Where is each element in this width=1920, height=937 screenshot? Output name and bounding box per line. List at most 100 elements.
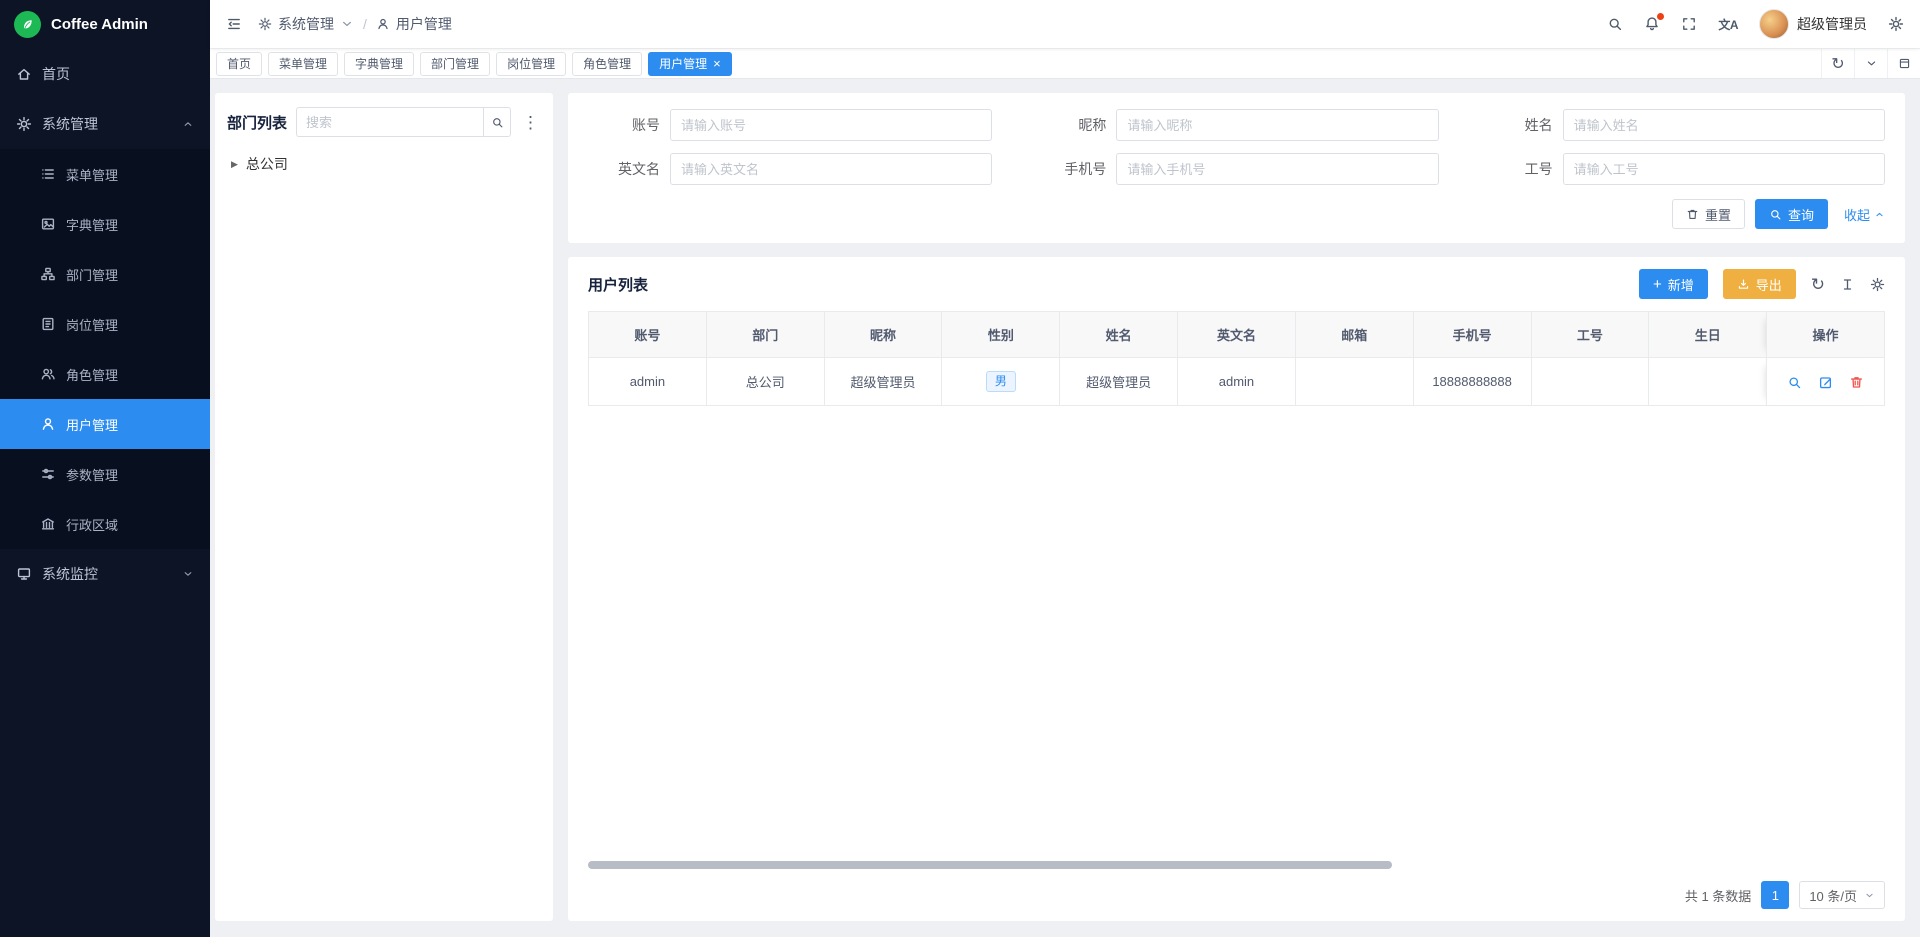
top-bar-actions: 文A 超级管理员 — [1607, 9, 1904, 39]
tab-menu-mgmt[interactable]: 菜单管理 — [268, 52, 338, 76]
field-name: 姓名 — [1481, 109, 1885, 141]
clear-icon — [1686, 208, 1699, 221]
sidebar-item-region[interactable]: 行政区域 — [0, 499, 210, 549]
export-button[interactable]: 导出 — [1723, 269, 1796, 299]
user-icon — [40, 416, 56, 432]
department-search-button[interactable] — [483, 107, 511, 137]
field-job-number: 工号 — [1481, 153, 1885, 185]
tab-user-mgmt[interactable]: 用户管理 × — [648, 52, 732, 76]
name-input[interactable] — [1563, 109, 1885, 141]
table-row[interactable]: admin 总公司 超级管理员 男 超级管理员 admin 1888888888… — [589, 358, 1885, 406]
column-header: 英文名 — [1178, 312, 1296, 358]
pagination-total: 共 1 条数据 — [1685, 886, 1751, 905]
page-number[interactable]: 1 — [1761, 881, 1789, 909]
collapse-form-link[interactable]: 收起 — [1844, 205, 1885, 224]
settings-button[interactable] — [1888, 16, 1904, 32]
nickname-input[interactable] — [1116, 109, 1438, 141]
breadcrumb: 系统管理 / 用户管理 — [258, 14, 452, 34]
field-nickname: 昵称 — [1034, 109, 1438, 141]
collapse-sidebar-button[interactable] — [226, 16, 242, 32]
sidebar-item-dict-mgmt[interactable]: 字典管理 — [0, 199, 210, 249]
tab-home[interactable]: 首页 — [216, 52, 262, 76]
cell-english-name: admin — [1178, 358, 1296, 406]
table-actions: + 新增 导出 ↻ — [1639, 269, 1885, 299]
scrollbar-thumb[interactable] — [588, 861, 1392, 869]
tab-dept-mgmt[interactable]: 部门管理 — [420, 52, 490, 76]
tab-label: 用户管理 — [659, 55, 707, 72]
language-button[interactable]: 文A — [1718, 16, 1738, 33]
page-size-value: 10 条/页 — [1809, 886, 1857, 905]
phone-input[interactable] — [1116, 153, 1438, 185]
edit-button[interactable] — [1818, 375, 1833, 390]
username: 超级管理员 — [1797, 14, 1867, 34]
query-button[interactable]: 查询 — [1755, 199, 1828, 229]
refresh-table-button[interactable]: ↻ — [1811, 276, 1825, 293]
tab-label: 岗位管理 — [507, 55, 555, 72]
search-button[interactable] — [1607, 16, 1623, 32]
delete-button[interactable] — [1849, 375, 1864, 390]
sidebar-item-label: 参数管理 — [66, 465, 118, 484]
account-input[interactable] — [670, 109, 992, 141]
view-icon — [1787, 375, 1802, 390]
column-header: 邮箱 — [1295, 312, 1413, 358]
user-menu[interactable]: 超级管理员 — [1759, 9, 1867, 39]
tree-node-head-office[interactable]: ▶ 总公司 — [227, 151, 541, 177]
sidebar-item-user-mgmt[interactable]: 用户管理 — [0, 399, 210, 449]
density-button[interactable] — [1840, 277, 1855, 292]
english-name-input[interactable] — [670, 153, 992, 185]
field-english-name: 英文名 — [588, 153, 992, 185]
tabs-dropdown-button[interactable] — [1854, 49, 1887, 78]
breadcrumb-separator: / — [363, 16, 367, 32]
search-icon — [1607, 16, 1623, 32]
more-options-icon[interactable]: ⋮ — [520, 114, 541, 131]
tab-bar: 首页 菜单管理 字典管理 部门管理 岗位管理 角色管理 用户管理 × ↻ — [210, 48, 1920, 79]
sidebar-item-param-mgmt[interactable]: 参数管理 — [0, 449, 210, 499]
fullscreen-button[interactable] — [1681, 16, 1697, 32]
delete-icon — [1849, 375, 1864, 390]
breadcrumb-user-mgmt[interactable]: 用户管理 — [376, 14, 452, 34]
table-title: 用户列表 — [588, 274, 648, 295]
notifications-button[interactable] — [1644, 16, 1660, 32]
reset-button[interactable]: 重置 — [1672, 199, 1745, 229]
sidebar-item-post-mgmt[interactable]: 岗位管理 — [0, 299, 210, 349]
sidebar-item-system-mgmt[interactable]: 系统管理 — [0, 99, 210, 149]
menu-list-icon — [40, 166, 56, 182]
sidebar-item-label: 部门管理 — [66, 265, 118, 284]
sidebar-item-menu-mgmt[interactable]: 菜单管理 — [0, 149, 210, 199]
content-fullscreen-button[interactable] — [1887, 49, 1920, 78]
column-header: 部门 — [706, 312, 824, 358]
sidebar-item-dept-mgmt[interactable]: 部门管理 — [0, 249, 210, 299]
sidebar-item-label: 首页 — [42, 64, 70, 84]
breadcrumb-system-mgmt[interactable]: 系统管理 — [258, 14, 354, 34]
tab-dict-mgmt[interactable]: 字典管理 — [344, 52, 414, 76]
column-header: 性别 — [942, 312, 1060, 358]
chevron-down-icon — [1864, 890, 1875, 901]
department-search-input[interactable] — [296, 107, 483, 137]
tab-close-icon[interactable]: × — [713, 57, 721, 70]
sidebar-item-home[interactable]: 首页 — [0, 49, 210, 99]
refresh-icon: ↻ — [1831, 54, 1844, 74]
top-bar: 系统管理 / 用户管理 文A — [210, 0, 1920, 48]
cell-email — [1295, 358, 1413, 406]
view-button[interactable] — [1787, 375, 1802, 390]
sidebar-item-role-mgmt[interactable]: 角色管理 — [0, 349, 210, 399]
app-logo[interactable]: Coffee Admin — [0, 0, 210, 49]
reset-label: 重置 — [1705, 205, 1731, 224]
refresh-tab-button[interactable]: ↻ — [1821, 49, 1854, 78]
layout-square-icon — [1898, 57, 1911, 70]
sidebar-item-system-monitor[interactable]: 系统监控 — [0, 549, 210, 599]
tab-label: 菜单管理 — [279, 55, 327, 72]
caret-right-icon[interactable]: ▶ — [231, 159, 238, 170]
tab-post-mgmt[interactable]: 岗位管理 — [496, 52, 566, 76]
page-size-select[interactable]: 10 条/页 — [1799, 881, 1885, 909]
column-header: 账号 — [589, 312, 707, 358]
monitor-icon — [16, 566, 32, 582]
cell-actions — [1767, 358, 1885, 406]
column-header: 姓名 — [1060, 312, 1178, 358]
table-settings-button[interactable] — [1870, 277, 1885, 292]
job-number-input[interactable] — [1563, 153, 1885, 185]
add-user-button[interactable]: + 新增 — [1639, 269, 1708, 299]
page-content: 部门列表 ⋮ ▶ 总公司 — [210, 79, 1920, 937]
tab-role-mgmt[interactable]: 角色管理 — [572, 52, 642, 76]
tab-label: 首页 — [227, 55, 251, 72]
